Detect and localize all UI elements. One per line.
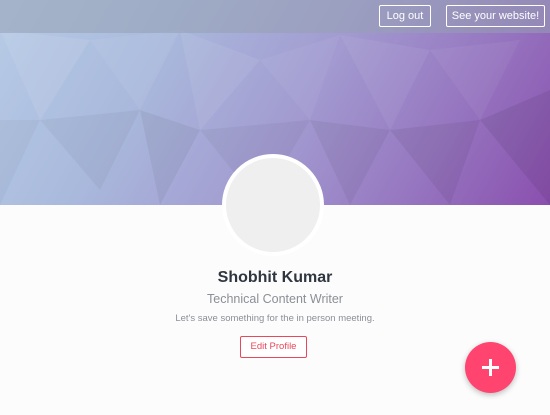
logout-button[interactable]: Log out — [379, 5, 431, 27]
see-website-button[interactable]: See your website! — [446, 5, 545, 27]
plus-icon — [482, 359, 499, 376]
profile-name: Shobhit Kumar — [217, 269, 333, 286]
profile-title: Technical Content Writer — [207, 292, 343, 306]
add-button[interactable] — [465, 342, 516, 393]
top-bar: Log out See your website! — [0, 0, 550, 33]
avatar — [222, 154, 324, 256]
profile-bio: Let's save something for the in person m… — [175, 313, 375, 324]
edit-profile-button[interactable]: Edit Profile — [240, 336, 307, 358]
